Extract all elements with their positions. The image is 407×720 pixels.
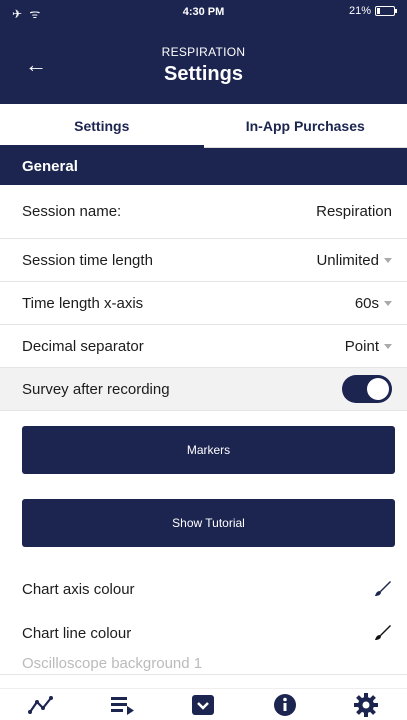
session-name-label: Session name: xyxy=(22,203,122,220)
app-subtitle: RESPIRATION xyxy=(161,45,246,59)
tutorial-button-container: Show Tutorial xyxy=(0,494,407,567)
session-name-row[interactable]: Session name: Respiration xyxy=(0,185,407,239)
survey-after-recording-row: Survey after recording xyxy=(0,368,407,411)
paint-brush-icon[interactable] xyxy=(372,579,392,599)
chart-axis-colour-row[interactable]: Chart axis colour xyxy=(0,567,407,611)
chart-icon[interactable] xyxy=(25,691,57,719)
page-title: Settings xyxy=(164,63,243,85)
paint-brush-icon[interactable] xyxy=(372,623,392,643)
settings-gear-icon[interactable] xyxy=(350,691,382,719)
markers-button[interactable]: Markers xyxy=(22,426,395,474)
battery-indicator: 21% xyxy=(348,5,397,17)
session-name-value[interactable]: Respiration xyxy=(316,203,392,220)
survey-after-recording-label: Survey after recording xyxy=(22,380,170,398)
dropdown-caret-icon xyxy=(384,343,392,349)
chart-line-colour-row[interactable]: Chart line colour xyxy=(0,611,407,655)
toggle-knob xyxy=(367,378,389,400)
decimal-separator-row[interactable]: Decimal separator Point xyxy=(0,325,407,368)
list-icon[interactable] xyxy=(106,691,138,719)
bottom-navigation xyxy=(0,688,407,720)
time-length-x-axis-value: 60s xyxy=(354,294,379,312)
tab-settings[interactable]: Settings xyxy=(0,104,204,148)
chart-axis-colour-label: Chart axis colour xyxy=(22,580,135,598)
session-time-length-select[interactable]: Unlimited xyxy=(316,252,392,269)
decimal-separator-label: Decimal separator xyxy=(22,337,144,355)
info-icon[interactable] xyxy=(269,691,301,719)
session-time-length-value: Unlimited xyxy=(316,251,379,269)
decimal-separator-value: Point xyxy=(344,337,379,355)
status-bar: ✈ ᯤ 4:30 PM 21% xyxy=(0,0,407,22)
session-time-length-row[interactable]: Session time length Unlimited xyxy=(0,239,407,282)
tab-bar: Settings In-App Purchases xyxy=(0,104,407,148)
oscilloscope-background-row[interactable]: Oscilloscope background 1 xyxy=(0,655,407,675)
time-length-x-axis-row[interactable]: Time length x-axis 60s xyxy=(0,282,407,325)
decimal-separator-select[interactable]: Point xyxy=(345,338,392,355)
settings-content: General Session name: Respiration Sessio… xyxy=(0,148,407,688)
dropdown-caret-icon xyxy=(384,257,392,263)
section-header-general: General xyxy=(0,148,407,185)
dropdown-caret-icon xyxy=(384,300,392,306)
app-header: ← RESPIRATION Settings xyxy=(0,22,407,104)
tab-in-app-purchases[interactable]: In-App Purchases xyxy=(204,104,407,147)
session-time-length-label: Session time length xyxy=(22,251,153,269)
show-tutorial-button[interactable]: Show Tutorial xyxy=(22,499,395,547)
archive-icon[interactable] xyxy=(187,691,219,719)
time-length-x-axis-select[interactable]: 60s xyxy=(355,295,392,312)
markers-button-container: Markers xyxy=(0,411,407,494)
survey-toggle[interactable] xyxy=(342,375,392,403)
battery-icon xyxy=(375,6,397,16)
oscilloscope-background-label: Oscilloscope background 1 xyxy=(22,655,203,672)
chart-line-colour-label: Chart line colour xyxy=(22,624,132,642)
battery-percent: 21% xyxy=(348,5,371,17)
status-time: 4:30 PM xyxy=(182,6,225,18)
time-length-x-axis-label: Time length x-axis xyxy=(22,294,144,312)
